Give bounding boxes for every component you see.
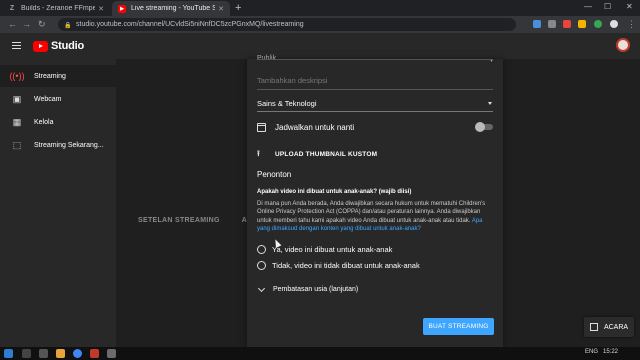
coppa-paragraph: Di mana pun Anda berada, Anda diwajibkan… — [257, 200, 495, 233]
create-stream-button[interactable]: BUAT STREAMING — [423, 318, 494, 335]
browser-menu-icon[interactable]: ⋮ — [627, 19, 636, 29]
back-arrow-icon[interactable]: ← — [8, 19, 17, 29]
close-tab-icon[interactable]: ✕ — [98, 5, 104, 13]
broadcast-icon: ((•)) — [9, 71, 25, 81]
divider — [257, 111, 493, 112]
stream-now-icon: ⬚ — [12, 139, 22, 150]
sidebar-item-streaming[interactable]: ((•)) Streaming — [0, 65, 116, 87]
file-explorer-icon[interactable] — [56, 349, 65, 358]
extension-icon[interactable] — [578, 20, 586, 28]
upload-thumbnail-button[interactable]: ⭱ UPLOAD THUMBNAIL KUSTOM — [257, 150, 377, 159]
windows-taskbar: ENG 15:22 — [0, 347, 640, 360]
tab-title: Live streaming - YouTube Studio — [131, 5, 216, 12]
close-window-button[interactable]: ✕ — [626, 2, 633, 11]
app-icon[interactable] — [107, 349, 116, 358]
tab-stream-settings[interactable]: SETELAN STREAMING — [138, 217, 220, 224]
forward-arrow-icon[interactable]: → — [22, 19, 31, 29]
category-select[interactable]: Sains & Teknologi — [257, 99, 316, 108]
reload-icon[interactable]: ↻ — [38, 19, 46, 29]
events-button[interactable]: ACARA — [584, 317, 634, 337]
profile-icon[interactable] — [610, 20, 618, 28]
sidebar-item-kelola[interactable]: ▦ Kelola — [0, 111, 116, 133]
minimize-window-button[interactable]: — — [584, 2, 592, 11]
hamburger-menu-icon[interactable] — [12, 42, 21, 50]
maximize-window-button[interactable]: ☐ — [604, 2, 611, 11]
age-restriction-expander[interactable]: Pembatasan usia (lanjutan) — [257, 284, 359, 293]
browser-tab-bar: Z Builds - Zeranoe FFmpeg ✕ ▶ Live strea… — [0, 0, 640, 16]
browser-address-bar: ← → ↻ 🔒 studio.youtube.com/channel/UCvld… — [0, 16, 640, 33]
events-label: ACARA — [603, 323, 629, 331]
close-tab-icon[interactable]: ✕ — [218, 5, 224, 13]
sidebar-item-label: Streaming — [34, 72, 66, 80]
language-indicator[interactable]: ENG — [585, 349, 598, 355]
extension-icon[interactable] — [548, 20, 556, 28]
radio-made-for-kids-no[interactable]: Tidak, video ini tidak dibuat untuk anak… — [257, 261, 420, 270]
divider — [257, 59, 493, 60]
logo-text: Studio — [51, 40, 85, 52]
avatar[interactable] — [616, 38, 630, 52]
extension-icon[interactable] — [533, 20, 541, 28]
browser-tab-ffmpeg[interactable]: Z Builds - Zeranoe FFmpeg ✕ — [2, 1, 110, 16]
browser-tab-youtube-studio[interactable]: ▶ Live streaming - YouTube Studio ✕ — [112, 1, 230, 16]
youtube-play-icon — [33, 40, 48, 52]
camera-icon: ▣ — [12, 93, 22, 104]
chevron-down-icon — [257, 284, 266, 292]
search-icon[interactable] — [22, 349, 31, 358]
calendar-icon: ▦ — [12, 116, 22, 127]
calendar-icon — [257, 123, 266, 132]
extension-icon[interactable] — [594, 20, 602, 28]
new-tab-button[interactable]: + — [235, 2, 241, 14]
chrome-icon[interactable] — [73, 349, 82, 358]
radio-label: Ya, video ini dibuat untuk anak-anak — [272, 245, 393, 254]
url-text: studio.youtube.com/channel/UCvldSi5niNnf… — [76, 21, 304, 28]
radio-circle[interactable] — [257, 261, 266, 270]
divider — [257, 89, 493, 90]
url-input[interactable]: 🔒 studio.youtube.com/channel/UCvldSi5niN… — [58, 18, 516, 31]
zeranoe-favicon-icon: Z — [9, 5, 15, 12]
sidebar-item-label: Streaming Sekarang... — [34, 141, 104, 149]
studio-header: Studio — [0, 33, 640, 59]
lock-icon: 🔒 — [64, 22, 72, 29]
dropdown-arrow-icon[interactable] — [488, 102, 492, 105]
youtube-favicon-icon: ▶ — [118, 4, 126, 13]
sidebar-item-webcam[interactable]: ▣ Webcam — [0, 88, 116, 110]
radio-circle[interactable] — [257, 245, 266, 254]
radio-label: Tidak, video ini tidak dibuat untuk anak… — [272, 261, 420, 270]
sidebar-item-label: Webcam — [34, 95, 62, 103]
made-for-kids-question: Apakah video ini dibuat untuk anak-anak?… — [257, 189, 412, 195]
sidebar-item-label: Kelola — [34, 118, 54, 126]
tab-title: Builds - Zeranoe FFmpeg — [21, 5, 96, 12]
description-input[interactable]: Tambahkan deskripsi — [257, 76, 327, 85]
clock[interactable]: 15:22 — [603, 349, 618, 355]
extension-icon[interactable] — [563, 20, 571, 28]
coppa-text: Di mana pun Anda berada, Anda diwajibkan… — [257, 201, 486, 224]
audience-heading: Penonton — [257, 170, 292, 179]
youtube-studio-logo[interactable]: Studio — [33, 40, 84, 52]
upload-label: UPLOAD THUMBNAIL KUSTOM — [275, 151, 378, 158]
windows-start-icon[interactable] — [4, 349, 13, 358]
schedule-toggle[interactable] — [475, 122, 493, 132]
schedule-label: Jadwalkan untuk nanti — [275, 123, 355, 132]
schedule-row: Jadwalkan untuk nanti — [257, 123, 354, 132]
sidebar-item-streaming-now[interactable]: ⬚ Streaming Sekarang... — [0, 134, 116, 156]
app-icon[interactable] — [90, 349, 99, 358]
sidebar: ((•)) Streaming ▣ Webcam ▦ Kelola ⬚ Stre… — [0, 59, 116, 347]
exit-to-app-icon — [589, 323, 598, 331]
age-restriction-label: Pembatasan usia (lanjutan) — [273, 286, 359, 293]
task-view-icon[interactable] — [39, 349, 48, 358]
upload-icon: ⭱ — [257, 149, 260, 158]
create-stream-dialog: Publik ▾ Tambahkan deskripsi Sains & Tek… — [247, 55, 503, 347]
